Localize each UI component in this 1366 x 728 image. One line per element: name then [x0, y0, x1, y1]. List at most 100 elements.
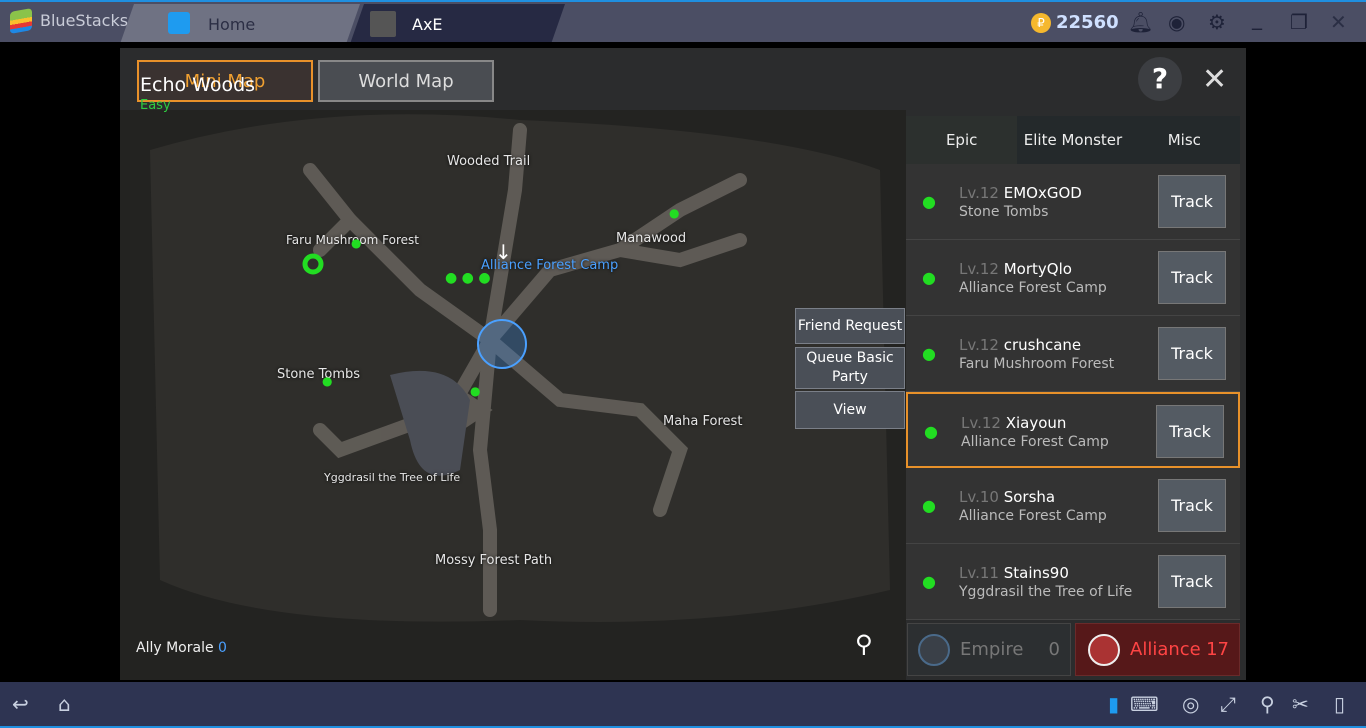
player-name: Sorsha [1003, 488, 1056, 506]
player-name-line: Lv.11 Stains90 [959, 564, 1069, 582]
player-level: Lv.10 [959, 488, 999, 506]
notification-bell-icon[interactable]: 🔔︎ [1128, 10, 1153, 34]
bluestacks-logo-icon [10, 8, 32, 34]
scissors-icon[interactable]: ✂ [1292, 692, 1309, 716]
tab-misc[interactable]: Misc [1129, 116, 1240, 164]
map-label-manawood: Manawood [616, 231, 687, 246]
track-button[interactable]: Track [1158, 479, 1226, 532]
player-icon: ● [924, 422, 938, 441]
list-item[interactable]: ● Lv.11 Stains90 Yggdrasil the Tree of L… [906, 544, 1240, 620]
track-button[interactable]: Track [1158, 175, 1226, 228]
settings-gear-icon[interactable]: ⚙ [1208, 10, 1226, 34]
minimize-icon[interactable]: _ [1252, 6, 1262, 30]
keyboard-icon[interactable]: ⌨ [1130, 692, 1159, 716]
rotate-device-icon[interactable]: ▯ [1334, 692, 1345, 716]
restore-icon[interactable]: ❐ [1290, 10, 1308, 34]
player-level: Lv.12 [959, 260, 999, 278]
back-icon[interactable]: ↩ [12, 692, 29, 716]
list-item[interactable]: ● Lv.10 Sorsha Alliance Forest Camp Trac… [906, 468, 1240, 544]
player-list: Epic Elite Monster Misc ● Lv.12 EMOxGOD … [906, 116, 1240, 620]
home-nav-icon[interactable]: ⌂ [58, 692, 71, 716]
list-tabs: Epic Elite Monster Misc [906, 116, 1240, 164]
player-icon: ● [922, 572, 936, 591]
list-item[interactable]: ● Lv.12 crushcane Faru Mushroom Forest T… [906, 316, 1240, 392]
tab-epic[interactable]: Epic [906, 116, 1018, 164]
empire-button[interactable]: Empire 0 [907, 623, 1071, 676]
coin-icon: ₽ [1031, 13, 1051, 33]
list-item[interactable]: ● Lv.12 Xiayoun Alliance Forest Camp Tra… [906, 392, 1240, 468]
fullscreen-icon[interactable]: ⤢ [1220, 692, 1236, 716]
zone-difficulty: Easy [140, 98, 171, 113]
map-label-stone-tombs: Stone Tombs [277, 367, 361, 382]
track-button[interactable]: Track [1158, 251, 1226, 304]
player-name-line: Lv.12 crushcane [959, 336, 1081, 354]
player-level: Lv.12 [961, 414, 1001, 432]
zone-name: Echo Woods [140, 74, 256, 96]
empire-count: 0 [1048, 639, 1060, 660]
ally-marker-icon: ● [669, 206, 680, 220]
alliance-label: Alliance [1130, 639, 1201, 660]
tab-axe[interactable]: AxE [350, 4, 565, 44]
player-name: crushcane [1003, 336, 1082, 354]
eye-icon[interactable]: ◎ [1182, 692, 1199, 716]
list-item[interactable]: ● Lv.12 EMOxGOD Stone Tombs Track [906, 164, 1240, 240]
world-map-tab[interactable]: World Map [318, 60, 494, 102]
help-button[interactable]: ? [1138, 57, 1182, 101]
player-icon: ● [922, 192, 936, 211]
track-button[interactable]: Track [1156, 405, 1224, 458]
list-item[interactable]: ● Lv.12 MortyQlo Alliance Forest Camp Tr… [906, 240, 1240, 316]
friend-request-button[interactable]: Friend Request [795, 308, 905, 344]
player-location: Alliance Forest Camp [959, 280, 1107, 296]
player-level: Lv.12 [959, 336, 999, 354]
alliance-button[interactable]: Alliance 17 [1075, 623, 1240, 676]
lock-icon[interactable]: ▮ [1108, 692, 1119, 716]
empire-label: Empire [960, 639, 1024, 660]
coin-count: 22560 [1056, 12, 1119, 33]
player-name-line: Lv.12 EMOxGOD [959, 184, 1082, 202]
view-button[interactable]: View [795, 391, 905, 429]
tab-axe-label: AxE [412, 14, 443, 34]
player-level: Lv.12 [959, 184, 999, 202]
player-name-line: Lv.10 Sorsha [959, 488, 1055, 506]
search-icon[interactable]: ⚲ [855, 630, 873, 658]
axe-game-icon [370, 11, 396, 37]
player-level: Lv.11 [959, 564, 999, 582]
track-button[interactable]: Track [1158, 327, 1226, 380]
player-name: Stains90 [1003, 564, 1069, 582]
queue-basic-party-button[interactable]: Queue Basic Party [795, 347, 905, 389]
app-name: BlueStacks [40, 11, 129, 30]
player-icon: ● [922, 268, 936, 287]
ally-marker-icon: ● [470, 384, 481, 398]
account-icon[interactable]: ◉ [1168, 10, 1185, 34]
player-location: Stone Tombs [959, 204, 1049, 220]
player-marker-icon: ● ● ● [445, 270, 491, 286]
player-name: EMOxGOD [1003, 184, 1082, 202]
player-location: Yggdrasil the Tree of Life [959, 584, 1133, 600]
android-nav-bar: ↩ ⌂ ▮ ⌨ ◎ ⤢ ⚲ ✂ ▯ [0, 682, 1366, 728]
ally-morale-label: Ally Morale [136, 640, 214, 656]
tab-home[interactable]: Home [120, 4, 360, 44]
home-icon [168, 12, 190, 34]
title-bar: BlueStacks Home AxE ₽ 22560 🔔︎ ◉ ⚙ _ ❐ ✕ [0, 0, 1366, 42]
track-button[interactable]: Track [1158, 555, 1226, 608]
tab-home-label: Home [208, 14, 256, 34]
player-location-arrow-icon: ↓ [495, 240, 512, 264]
map-label-mossy-forest-path: Mossy Forest Path [435, 553, 553, 568]
ally-morale-value: 0 [218, 640, 227, 656]
close-window-icon[interactable]: ✕ [1330, 10, 1347, 34]
close-button[interactable]: ✕ [1202, 62, 1227, 97]
map-label-wooded-trail: Wooded Trail [447, 154, 531, 169]
player-location: Alliance Forest Camp [959, 508, 1107, 524]
ally-marker-icon: ● [322, 374, 333, 388]
location-icon[interactable]: ⚲ [1260, 692, 1275, 716]
player-name: MortyQlo [1003, 260, 1072, 278]
player-icon: ● [922, 496, 936, 515]
map-label-maha-forest: Maha Forest [663, 414, 743, 429]
mini-map[interactable]: Wooded Trail Faru Mushroom Forest Manawo… [120, 74, 906, 680]
ally-marker-icon: ● [351, 236, 362, 250]
alliance-emblem-icon [1088, 633, 1120, 666]
tab-elite-monster[interactable]: Elite Monster [1017, 116, 1128, 164]
alliance-count: 17 [1206, 639, 1229, 660]
ally-morale: Ally Morale 0 [136, 640, 227, 656]
map-label-yggdrasil: Yggdrasil the Tree of Life [324, 471, 461, 484]
